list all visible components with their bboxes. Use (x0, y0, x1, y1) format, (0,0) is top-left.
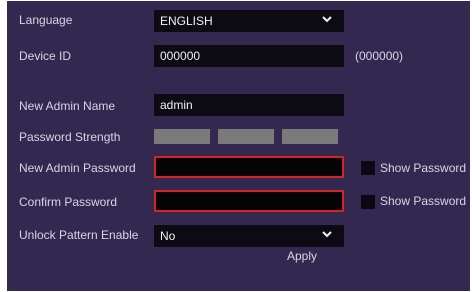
confirm-password-label: Confirm Password (19, 195, 118, 209)
strength-segment (282, 129, 338, 144)
chevron-down-icon (322, 16, 332, 23)
apply-button[interactable]: Apply (277, 247, 327, 265)
new-password-label: New Admin Password (19, 161, 136, 175)
show-password-checkbox[interactable] (361, 161, 375, 175)
admin-name-label: New Admin Name (19, 99, 116, 113)
unlock-pattern-value: No (160, 229, 176, 243)
admin-name-value: admin (160, 98, 193, 112)
confirm-show-password-checkbox[interactable] (361, 195, 375, 209)
admin-name-field[interactable]: admin (154, 94, 344, 116)
new-password-field[interactable] (154, 156, 344, 178)
device-id-value: 000000 (160, 49, 201, 63)
settings-panel: Language ENGLISH Device ID 000000 (00000… (7, 1, 470, 291)
confirm-show-password-label[interactable]: Show Password (380, 194, 466, 208)
show-password-label[interactable]: Show Password (380, 161, 466, 175)
device-id-hint: (000000) (355, 49, 404, 63)
language-select[interactable]: ENGLISH (154, 10, 344, 32)
language-label: Language (19, 13, 73, 27)
unlock-pattern-select[interactable]: No (154, 225, 344, 247)
chevron-down-icon (322, 231, 332, 238)
password-strength-label: Password Strength (19, 130, 121, 144)
device-id-field[interactable]: 000000 (154, 45, 344, 67)
confirm-password-field[interactable] (154, 190, 344, 212)
unlock-pattern-label: Unlock Pattern Enable (19, 228, 139, 242)
strength-segment (154, 129, 210, 144)
strength-segment (218, 129, 274, 144)
language-value: ENGLISH (160, 14, 213, 28)
device-id-label: Device ID (19, 49, 72, 63)
